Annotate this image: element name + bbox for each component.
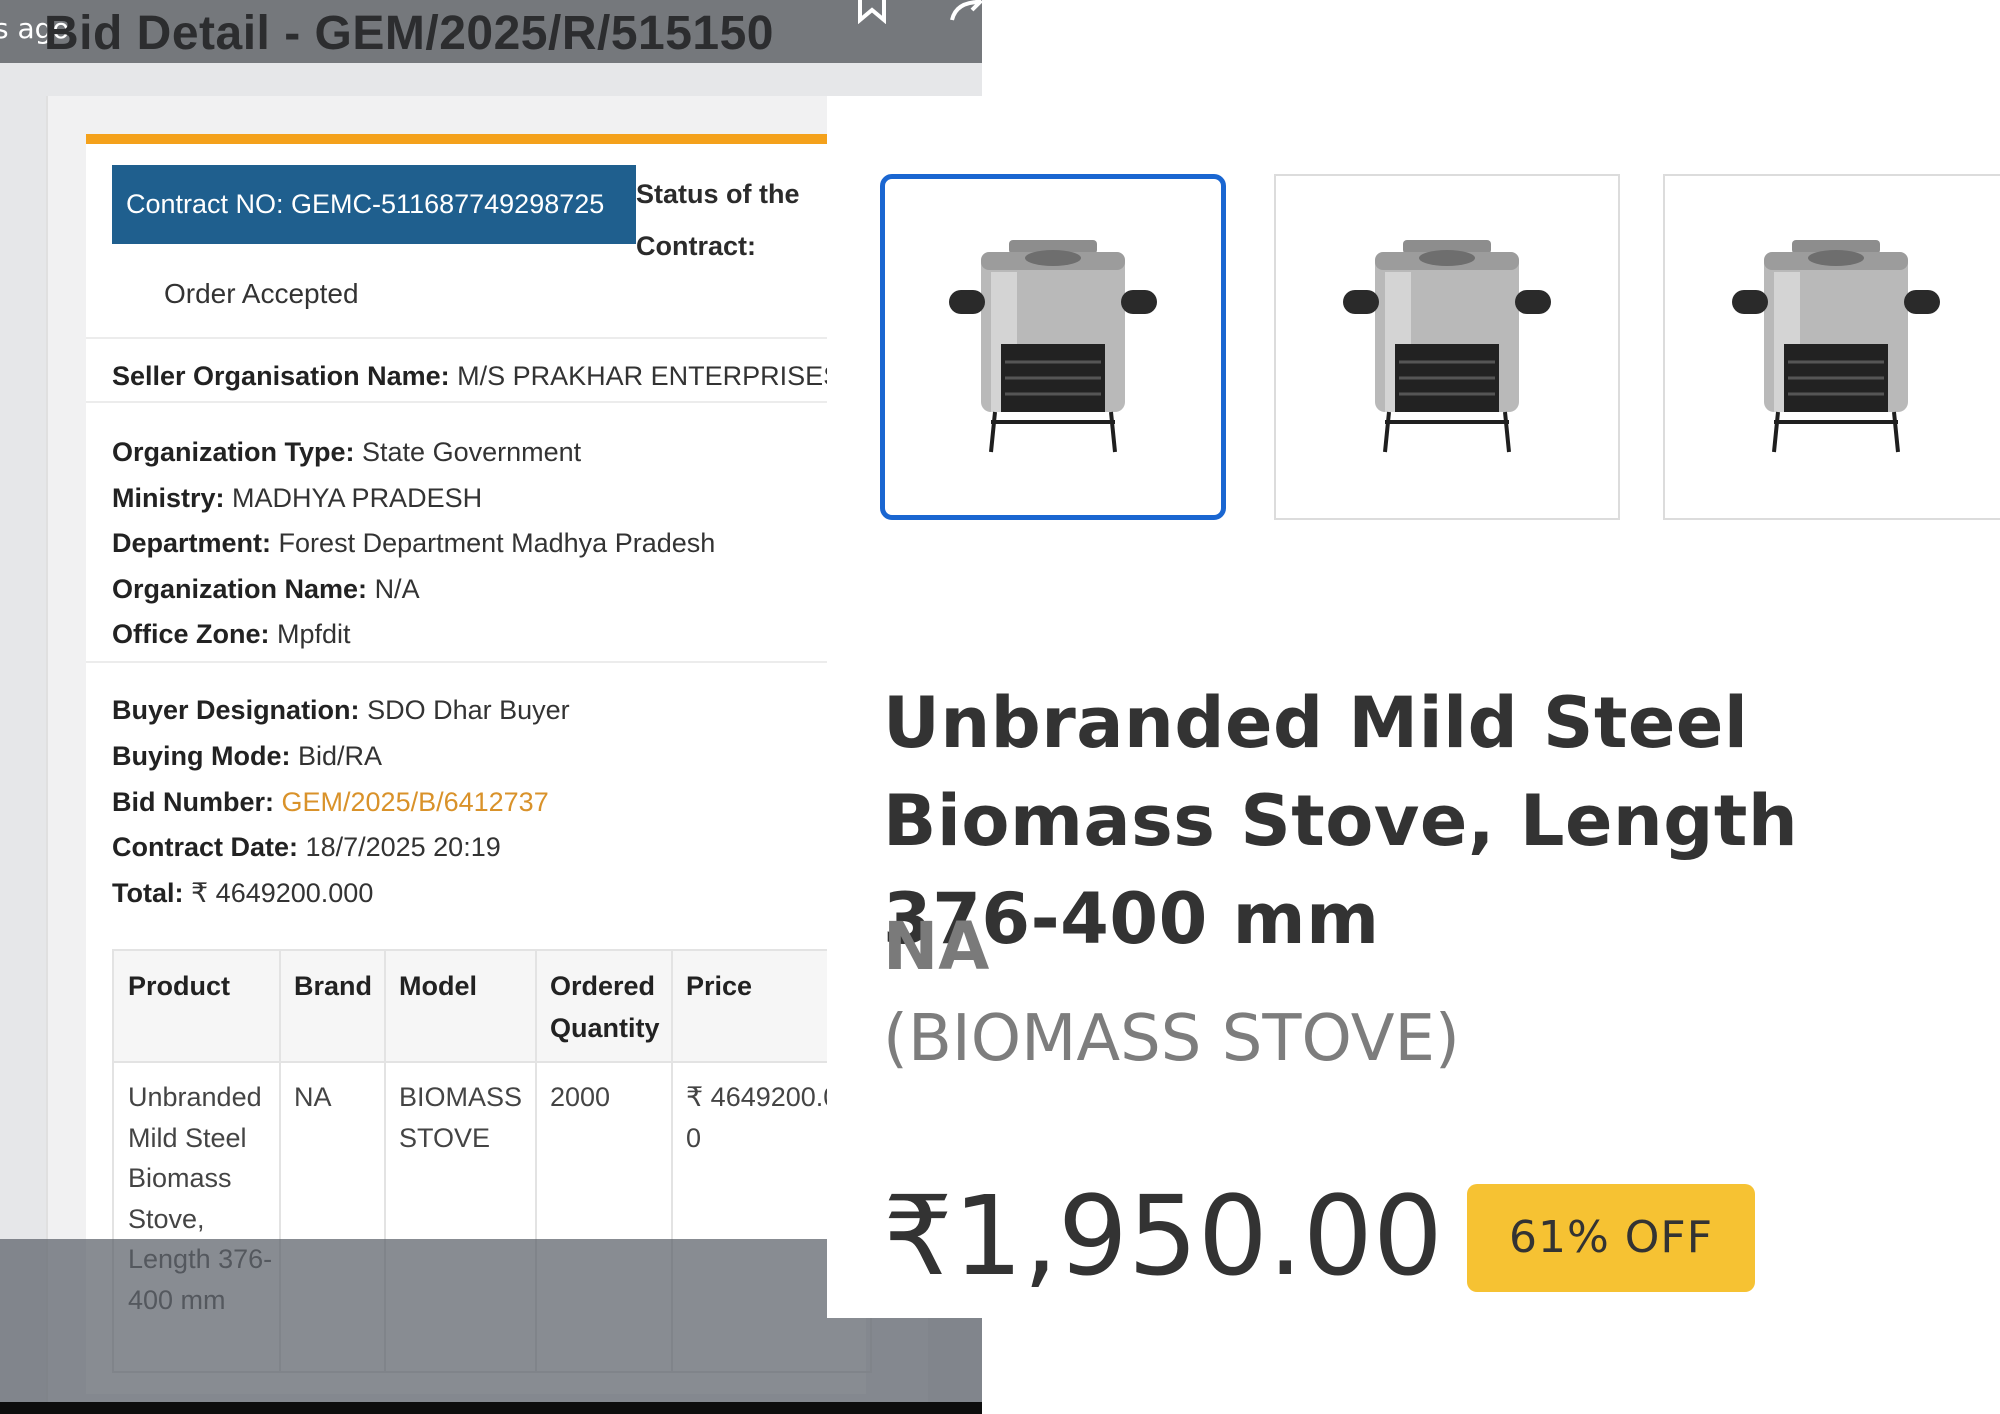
field-label: Contract Date:: [112, 832, 299, 862]
field-value: Bid/RA: [298, 741, 383, 771]
contract-date-field: Contract Date: 18/7/2025 20:19: [112, 832, 501, 863]
seller-organisation-field: Seller Organisation Name: M/S PRAKHAR EN…: [112, 361, 841, 392]
field-label: Department:: [112, 528, 272, 558]
buyer-designation-field: Buyer Designation: SDO Dhar Buyer: [112, 695, 570, 726]
bid-number-link[interactable]: GEM/2025/B/6412737: [282, 787, 549, 817]
field-label: Buyer Designation:: [112, 695, 360, 725]
contract-number-badge: Contract NO: GEMC-511687749298725: [112, 165, 636, 244]
field-label: Organization Type:: [112, 437, 355, 467]
share-icon[interactable]: [946, 0, 982, 24]
bottom-bar: [0, 1402, 982, 1414]
field-value: MADHYA PRADESH: [232, 483, 483, 513]
product-thumbnail-2[interactable]: [1274, 174, 1620, 520]
bid-number-field: Bid Number: GEM/2025/B/6412737: [112, 787, 549, 818]
product-brand: NA: [883, 908, 990, 985]
field-label: Bid Number:: [112, 787, 274, 817]
department-field: Department: Forest Department Madhya Pra…: [112, 528, 715, 559]
field-label: Total:: [112, 878, 184, 908]
stove-image: [1343, 240, 1551, 453]
field-value: Forest Department Madhya Pradesh: [278, 528, 716, 558]
column-header-price: Price: [686, 971, 753, 1001]
field-value: Mpfdit: [277, 619, 351, 649]
column-header-ordered-quantity: Ordered Quantity: [550, 971, 660, 1043]
cell-price: ₹ 4649200.00: [686, 1082, 839, 1153]
page-title: Bid Detail - GEM/2025/R/515150: [44, 7, 774, 60]
product-thumbnail-3[interactable]: [1663, 174, 2000, 520]
cell-brand: NA: [294, 1082, 332, 1112]
product-title: Unbranded Mild Steel Biomass Stove, Leng…: [883, 682, 1799, 960]
office-zone-field: Office Zone: Mpfdit: [112, 619, 351, 650]
field-value: N/A: [374, 574, 420, 604]
organization-type-field: Organization Type: State Government: [112, 437, 581, 468]
field-label: Seller Organisation Name:: [112, 361, 450, 391]
column-header-product: Product: [128, 971, 231, 1001]
top-bar: s ago Bid Detail - GEM/2025/R/515150: [0, 0, 982, 63]
field-label: Buying Mode:: [112, 741, 291, 771]
organization-name-field: Organization Name: N/A: [112, 574, 420, 605]
ministry-field: Ministry: MADHYA PRADESH: [112, 483, 482, 514]
product-price: ₹1,950.00: [883, 1172, 1443, 1300]
field-value: 18/7/2025 20:19: [305, 832, 501, 862]
field-value: ₹ 4649200.000: [191, 878, 374, 908]
cell-quantity: 2000: [550, 1082, 611, 1112]
buying-mode-field: Buying Mode: Bid/RA: [112, 741, 382, 772]
field-value: M/S PRAKHAR ENTERPRISES: [457, 361, 842, 391]
divider: [86, 401, 866, 403]
product-thumbnail-1[interactable]: [880, 174, 1226, 520]
column-header-brand: Brand: [294, 971, 373, 1001]
contract-status-label: Status of the Contract:: [636, 179, 800, 261]
field-label: Organization Name:: [112, 574, 368, 604]
total-field: Total: ₹ 4649200.000: [112, 878, 373, 909]
contract-status-value: Order Accepted: [164, 278, 359, 309]
product-page-screenshot: Unbranded Mild Steel Biomass Stove, Leng…: [827, 96, 2000, 1318]
stove-image: [1732, 240, 1940, 453]
cell-model: BIOMASS STOVE: [399, 1082, 523, 1153]
product-model: (BIOMASS STOVE): [883, 1002, 1460, 1076]
divider: [86, 337, 866, 339]
bookmark-icon[interactable]: [852, 0, 892, 24]
stove-image: [949, 240, 1157, 453]
divider: [86, 661, 866, 663]
field-value: State Government: [362, 437, 582, 467]
field-label: Office Zone:: [112, 619, 270, 649]
discount-badge: 61% OFF: [1467, 1184, 1755, 1292]
column-header-model: Model: [399, 971, 477, 1001]
field-value: SDO Dhar Buyer: [367, 695, 570, 725]
field-label: Ministry:: [112, 483, 225, 513]
